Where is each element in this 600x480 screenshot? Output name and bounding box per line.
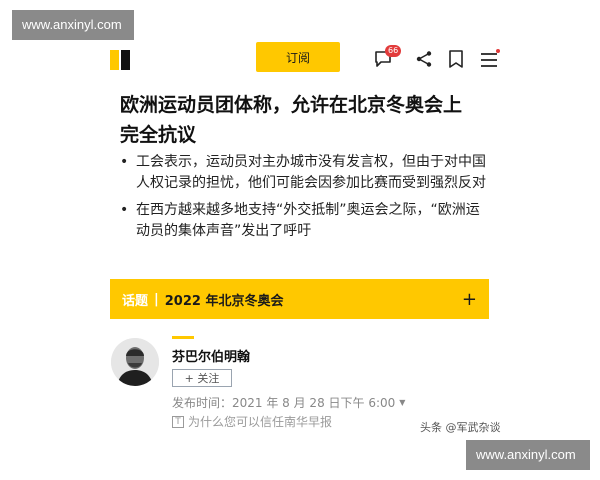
publish-time[interactable]: 发布时间：2021 年 8 月 28 日下午 6:00 ▼ <box>172 394 405 411</box>
topic-bar[interactable]: 话题 | 2022 年北京冬奥会 + <box>110 279 489 319</box>
topic-follow-plus-icon[interactable]: + <box>462 289 477 310</box>
bullet-dot: • <box>120 202 129 218</box>
logo-yellow-block <box>110 50 119 70</box>
bookmark-icon[interactable] <box>446 48 466 70</box>
menu-icon[interactable] <box>478 50 500 70</box>
chevron-down-icon[interactable]: ▼ <box>399 398 405 407</box>
author-accent-line <box>172 336 194 339</box>
comment-count-badge: 66 <box>385 45 402 57</box>
topic-title: 2022 年北京冬奥会 <box>164 293 284 309</box>
source-tag: 头条 @军武杂谈 <box>420 421 501 434</box>
summary-bullet: • 工会表示，运动员对主办城市没有发言权，但由于对中国人权记录的担忧，他们可能会… <box>118 152 488 194</box>
topic-tag: 话题 <box>122 293 149 309</box>
menu-notification-dot <box>496 49 500 53</box>
logo-black-block <box>121 50 130 70</box>
follow-button[interactable]: + 关注 <box>172 369 232 387</box>
summary-bullets: • 工会表示，运动员对主办城市没有发言权，但由于对中国人权记录的担忧，他们可能会… <box>118 152 488 248</box>
trust-icon: T <box>172 415 184 428</box>
publish-time-text: 发布时间：2021 年 8 月 28 日下午 6:00 <box>172 396 396 410</box>
author-name[interactable]: 芬巴尔伯明翰 <box>172 346 250 365</box>
bullet-dot: • <box>120 154 129 170</box>
site-logo[interactable] <box>110 50 132 70</box>
article-headline: 欧洲运动员团体称，允许在北京冬奥会上完全抗议 <box>120 94 463 146</box>
watermark-top: www.anxinyl.com <box>12 10 134 40</box>
bullet-text: 工会表示，运动员对主办城市没有发言权，但由于对中国人权记录的担忧，他们可能会因参… <box>136 154 486 191</box>
subscribe-button[interactable]: 订阅 <box>256 42 340 72</box>
author-avatar[interactable] <box>111 338 159 386</box>
topic-separator: | <box>154 291 159 307</box>
share-icon[interactable] <box>413 48 435 70</box>
summary-bullet: • 在西方越来越多地支持“外交抵制”奥运会之际，“欧洲运动员的集体声音”发出了呼… <box>118 200 488 242</box>
trust-link[interactable]: T 为什么您可以信任南华早报 <box>172 413 332 430</box>
trust-link-text[interactable]: 为什么您可以信任南华早报 <box>188 413 332 430</box>
watermark-bottom: www.anxinyl.com <box>466 440 590 470</box>
bullet-text: 在西方越来越多地支持“外交抵制”奥运会之际，“欧洲运动员的集体声音”发出了呼吁 <box>136 202 480 239</box>
